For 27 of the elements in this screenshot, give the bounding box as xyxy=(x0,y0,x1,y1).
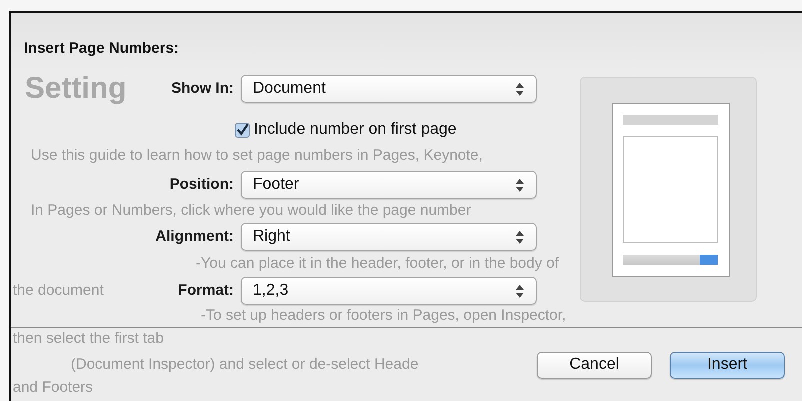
popup-menu[interactable]: Right xyxy=(241,223,537,251)
field-label: Alignment: xyxy=(156,226,234,247)
field-label: Position: xyxy=(170,174,234,195)
first-page-checkbox[interactable]: Include number on first page xyxy=(235,118,457,142)
stepper-icon xyxy=(516,284,524,298)
document-text: the document xyxy=(13,280,104,301)
popup-menu[interactable]: 1,2,3 xyxy=(241,277,537,305)
checkmark-icon xyxy=(236,124,249,136)
document-text: and Footers xyxy=(13,378,94,398)
field-label: Show In: xyxy=(172,78,234,99)
popup-menu[interactable]: Footer xyxy=(241,171,537,199)
document-text: -You can place it in the header, footer, or in the body of xyxy=(196,254,560,274)
document-text: then select the first tab xyxy=(13,328,164,349)
document-heading: Setting xyxy=(25,74,127,104)
dialog-button[interactable]: Cancel xyxy=(537,352,652,378)
document-text: -To set up headers or footers in Pages, open Inspector, xyxy=(201,306,566,326)
document-text: In Pages or Numbers, click where you would like the page number xyxy=(31,200,472,221)
checkbox[interactable] xyxy=(235,122,250,138)
dialog-title: Insert Page Numbers: xyxy=(24,40,180,57)
field-label: Format: xyxy=(178,280,234,301)
document-text: (Document Inspector) and select or de-select Heade xyxy=(71,356,419,373)
stepper-icon xyxy=(516,178,524,192)
document-text: Use this guide to learn how to set page numbers in Pages, Keynote, xyxy=(31,146,483,166)
popup-menu[interactable]: Document xyxy=(241,75,537,103)
stepper-icon xyxy=(516,82,524,96)
stepper-icon xyxy=(516,230,524,244)
default-button[interactable]: Insert xyxy=(670,352,785,378)
